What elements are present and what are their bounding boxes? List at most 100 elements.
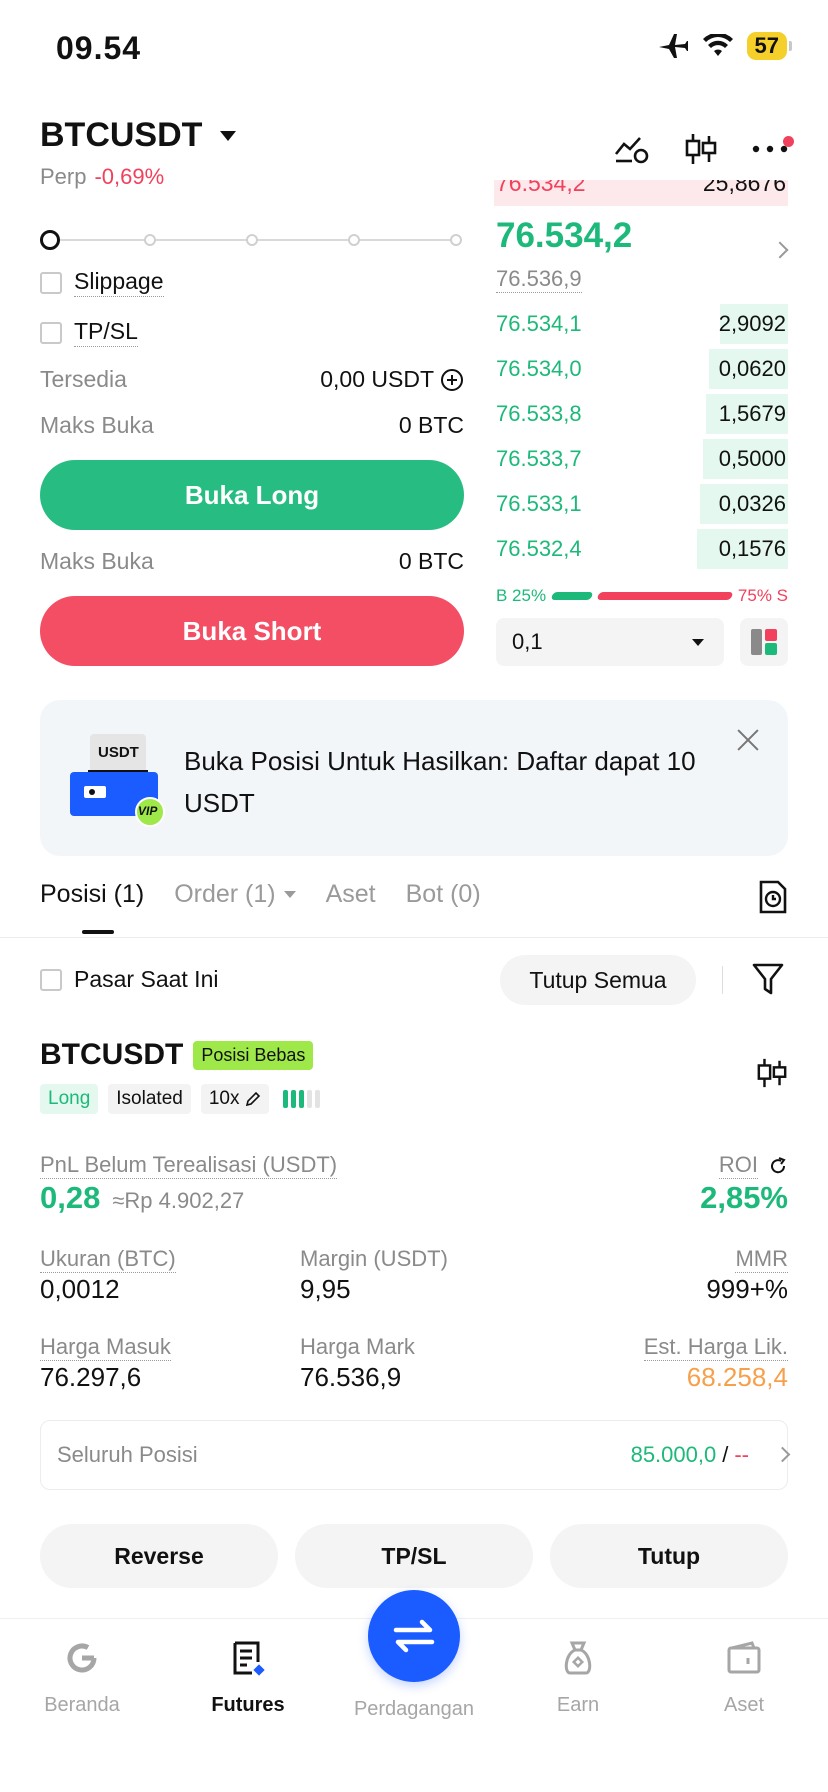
leverage-slider[interactable] xyxy=(40,230,462,250)
bid-qty: 0,0620 xyxy=(718,356,786,381)
more-menu[interactable] xyxy=(752,136,794,154)
chevron-right-icon[interactable] xyxy=(771,241,789,259)
tpsl-label: TP/SL xyxy=(74,318,138,347)
tab-assets[interactable]: Aset xyxy=(326,880,376,909)
depth-step-value: 0,1 xyxy=(512,629,543,654)
roi-label-group[interactable]: ROI xyxy=(718,1152,788,1179)
swap-arrows-icon xyxy=(393,1619,435,1653)
bid-qty: 2,9092 xyxy=(718,311,786,336)
bid-row[interactable]: 76.533,7 0,5000 xyxy=(494,439,788,479)
nav-home-label: Beranda xyxy=(44,1694,120,1716)
total-positions-row[interactable]: Seluruh Posisi 85.000,0 / -- xyxy=(40,1420,788,1490)
slippage-checkbox[interactable] xyxy=(40,271,62,294)
futures-document-icon xyxy=(233,1641,265,1676)
wallet-icon xyxy=(727,1641,761,1674)
nav-futures[interactable]: Futures xyxy=(168,1640,328,1717)
total-positions-dash: -- xyxy=(734,1442,749,1467)
max-open-short-value: 0 BTC xyxy=(398,548,464,574)
slider-step[interactable] xyxy=(144,234,156,246)
slider-step[interactable] xyxy=(450,234,462,246)
ask-qty-cut: 25,8676 xyxy=(702,180,786,196)
dropdown-caret-icon xyxy=(692,638,704,646)
pair-name: BTCUSDT xyxy=(40,116,203,154)
risk-bar xyxy=(291,1090,297,1108)
add-circle-icon[interactable] xyxy=(440,368,464,392)
tpsl-option[interactable]: TP/SL xyxy=(40,318,138,347)
tpsl-checkbox[interactable] xyxy=(40,321,62,344)
total-positions-separator: / xyxy=(722,1442,729,1467)
bid-row[interactable]: 76.533,1 0,0326 xyxy=(494,484,788,524)
side-tag: Long xyxy=(40,1084,99,1114)
tab-positions[interactable]: Posisi (1) xyxy=(40,880,144,909)
promo-banner[interactable]: USDT VIP Buka Posisi Untuk Hasilkan: Daf… xyxy=(40,700,788,856)
bid-row[interactable]: 76.532,4 0,1576 xyxy=(494,529,788,569)
depth-step-select[interactable]: 0,1 xyxy=(496,618,724,666)
ask-price-cut: 76.534,2 xyxy=(496,180,586,196)
current-market-filter[interactable]: Pasar Saat Ini xyxy=(40,966,218,993)
banner-text: Buka Posisi Untuk Hasilkan: Daftar dapat… xyxy=(184,746,696,818)
buy-ratio-bar xyxy=(550,592,594,600)
size-value: 0,0012 xyxy=(40,1274,120,1304)
slippage-label: Slippage xyxy=(74,268,164,297)
active-tab-indicator xyxy=(82,930,114,934)
bid-row[interactable]: 76.533,8 1,5679 xyxy=(494,394,788,434)
open-short-button[interactable]: Buka Short xyxy=(40,596,464,666)
total-positions-value: 85.000,0 xyxy=(630,1442,717,1467)
bid-row[interactable]: 76.534,1 2,9092 xyxy=(494,304,788,344)
history-document-icon[interactable] xyxy=(758,880,788,914)
caret-down-icon xyxy=(220,130,237,141)
risk-bar xyxy=(299,1090,305,1108)
slider-step[interactable] xyxy=(348,234,360,246)
pair-selector[interactable]: BTCUSDT xyxy=(40,116,237,155)
candlestick-icon[interactable] xyxy=(684,132,718,166)
orderbook-layout-button[interactable] xyxy=(740,618,788,666)
open-long-button[interactable]: Buka Long xyxy=(40,460,464,530)
risk-bar xyxy=(307,1090,313,1108)
leverage-tag[interactable]: 10x xyxy=(200,1084,270,1114)
close-position-button[interactable]: Tutup xyxy=(550,1524,788,1588)
filter-icon[interactable] xyxy=(752,962,784,996)
slippage-option[interactable]: Slippage xyxy=(40,268,164,297)
tab-orders[interactable]: Order (1) xyxy=(174,880,296,909)
available-value: 0,00 USDT xyxy=(320,366,434,392)
nav-assets[interactable]: Aset xyxy=(664,1640,824,1717)
sell-ratio-bar xyxy=(596,592,734,600)
bid-price: 76.533,8 xyxy=(496,401,582,426)
price-change: -0,69% xyxy=(94,164,165,189)
entry-price-value: 76.297,6 xyxy=(40,1362,142,1392)
candlestick-icon[interactable] xyxy=(756,1056,788,1090)
trade-fab-button[interactable] xyxy=(368,1590,460,1682)
pnl-values: 0,28 ≈Rp 4.902,27 xyxy=(40,1180,244,1216)
bid-row[interactable]: 76.534,0 0,0620 xyxy=(494,349,788,389)
size-label: Ukuran (BTC) xyxy=(40,1246,176,1273)
tpsl-button[interactable]: TP/SL xyxy=(295,1524,533,1588)
mark-price-label: Harga Mark xyxy=(300,1334,415,1359)
risk-bar xyxy=(315,1090,321,1108)
divider xyxy=(0,937,828,938)
more-icon xyxy=(752,145,788,153)
current-market-checkbox[interactable] xyxy=(40,968,62,991)
max-open-long-value: 0 BTC xyxy=(398,412,464,438)
slider-step[interactable] xyxy=(246,234,258,246)
last-price: 76.534,2 xyxy=(496,216,633,255)
margin-mode-tag: Isolated xyxy=(108,1084,191,1114)
reverse-button[interactable]: Reverse xyxy=(40,1524,278,1588)
max-open-short-label: Maks Buka xyxy=(40,548,154,574)
close-all-button[interactable]: Tutup Semua xyxy=(500,955,696,1005)
mmr-label: MMR xyxy=(735,1246,788,1273)
total-positions-label: Seluruh Posisi xyxy=(57,1442,198,1467)
nav-earn[interactable]: Earn xyxy=(498,1640,658,1717)
entry-price-label: Harga Masuk xyxy=(40,1334,171,1361)
roi-value: 2,85% xyxy=(700,1180,788,1215)
bid-price: 76.534,0 xyxy=(496,356,582,381)
tab-bots[interactable]: Bot (0) xyxy=(406,880,481,909)
bid-price: 76.534,1 xyxy=(496,311,582,336)
bid-price: 76.533,1 xyxy=(496,491,582,516)
nav-trade-label[interactable]: Perdagangan xyxy=(334,1698,494,1721)
trend-settings-icon[interactable] xyxy=(614,134,650,164)
refresh-icon xyxy=(771,1156,786,1173)
slider-knob[interactable] xyxy=(40,230,60,250)
close-icon[interactable] xyxy=(736,728,760,752)
nav-home[interactable]: Beranda xyxy=(2,1640,162,1717)
free-position-badge: Posisi Bebas xyxy=(193,1040,314,1070)
